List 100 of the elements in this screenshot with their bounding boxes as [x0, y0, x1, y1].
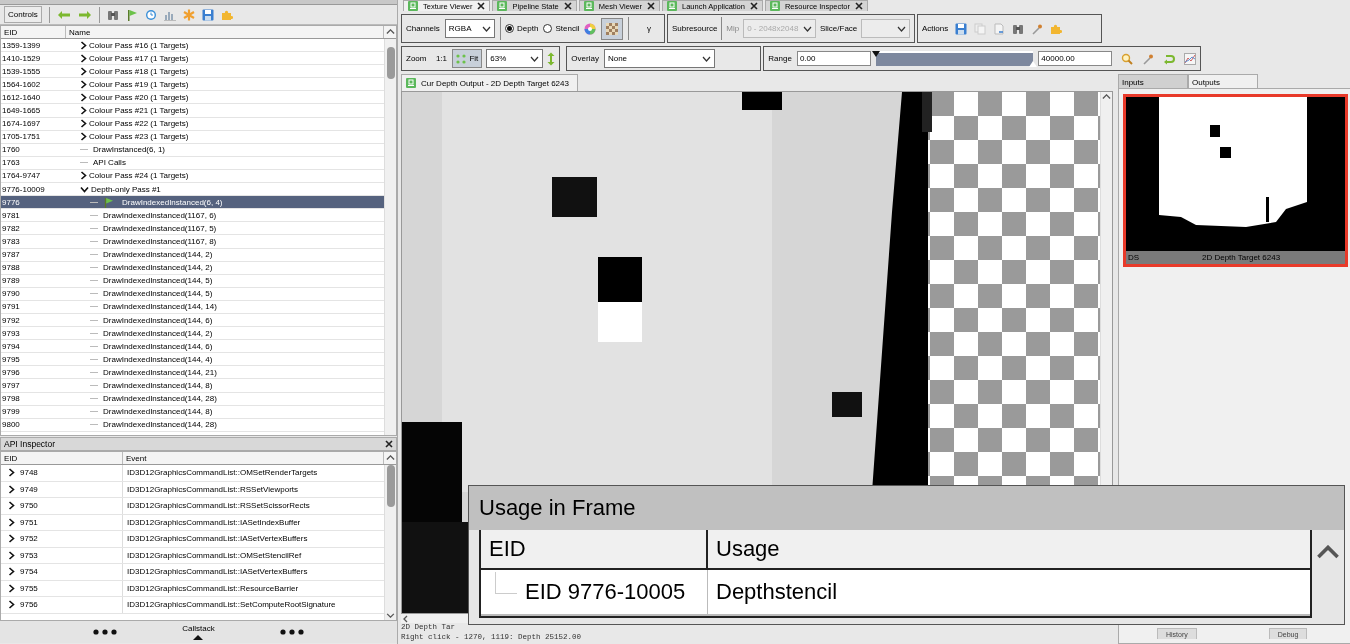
chevron-right-icon[interactable] [80, 132, 87, 142]
flag-icon[interactable] [125, 8, 138, 21]
event-row[interactable]: 9794 DrawIndexedInstanced(144, 6) [1, 340, 384, 354]
save-icon[interactable] [201, 8, 214, 21]
pipette-icon[interactable] [1142, 52, 1155, 65]
chevron-right-icon[interactable] [80, 40, 87, 50]
scroll-left-icon[interactable] [403, 614, 408, 623]
event-row[interactable]: 9791 DrawIndexedInstanced(144, 14) [1, 300, 384, 314]
close-icon[interactable] [749, 2, 758, 10]
scroll-up-icon[interactable] [385, 29, 395, 35]
chevron-right-icon[interactable] [80, 66, 87, 76]
scroll-up-icon[interactable] [1102, 94, 1111, 100]
event-row[interactable]: 1410-1529 Colour Pass #17 (1 Targets) [1, 52, 384, 66]
gamma-button[interactable]: γ [638, 17, 660, 40]
event-row[interactable]: 9797 DrawIndexedInstanced(144, 8) [1, 379, 384, 393]
chevron-right-icon[interactable] [80, 119, 87, 129]
texture-icon [583, 1, 594, 11]
grip-dots-icon[interactable] [92, 629, 117, 635]
event-row[interactable]: 9787 DrawIndexedInstanced(144, 2) [1, 248, 384, 262]
event-row[interactable]: 9793 DrawIndexedInstanced(144, 2) [1, 327, 384, 341]
clock-icon[interactable] [144, 8, 157, 21]
event-row[interactable]: 1760 DrawInstanced(6, 1) [1, 143, 384, 157]
tab[interactable]: Outputs [1188, 74, 1258, 88]
thumbnail-card[interactable]: DS 2D Depth Target 6243 [1123, 94, 1348, 267]
binoculars-icon[interactable] [106, 8, 119, 21]
close-icon[interactable] [855, 2, 863, 10]
color-wheel-icon[interactable] [584, 22, 597, 35]
range-min-field[interactable]: 0.00 [796, 51, 871, 66]
event-row[interactable]: 1359-1399 Colour Pass #16 (1 Targets) [1, 39, 384, 53]
flag-icon[interactable] [103, 196, 114, 208]
chevron-right-icon[interactable] [80, 79, 87, 89]
document-tab[interactable]: Cur Depth Output - 2D Depth Target 6243 [401, 74, 578, 91]
document-icon[interactable] [993, 22, 1006, 35]
search-icon[interactable] [1121, 52, 1134, 65]
event-row[interactable]: 1763 API Calls [1, 156, 384, 170]
chevron-right-icon[interactable] [80, 106, 87, 115]
caret-icon[interactable] [701, 55, 711, 62]
event-row[interactable]: 9782 DrawIndexedInstanced(1167, 5) [1, 222, 384, 236]
event-row[interactable]: 9790 DrawIndexedInstanced(144, 5) [1, 287, 384, 301]
tree-line [90, 345, 98, 347]
event-row[interactable]: 9788 DrawIndexedInstanced(144, 2) [1, 261, 384, 275]
one-to-one-button[interactable]: 1:1 [434, 47, 449, 70]
event-row[interactable]: 9789 DrawIndexedInstanced(144, 5) [1, 274, 384, 288]
fit-button[interactable]: Fit [452, 49, 483, 68]
chevron-right-icon[interactable] [80, 171, 87, 181]
event-row[interactable]: 9781 DrawIndexedInstanced(1167, 6) [1, 209, 384, 223]
close-icon[interactable] [385, 440, 393, 448]
channels-dropdown[interactable]: RGBA [444, 19, 495, 38]
scroll-up-icon[interactable] [1316, 545, 1341, 560]
close-icon[interactable] [477, 2, 486, 10]
close-icon[interactable] [647, 2, 655, 10]
histogram-icon[interactable] [1184, 52, 1197, 65]
tree-line [90, 254, 98, 256]
event-row[interactable]: 1564-1602 Colour Pass #19 (1 Targets) [1, 78, 384, 92]
grip-dots-icon[interactable] [280, 629, 305, 635]
checkerboard-toggle[interactable] [601, 17, 624, 40]
event-row[interactable]: 9792 DrawIndexedInstanced(144, 6) [1, 313, 384, 328]
splitter-handle-icon[interactable] [193, 635, 204, 640]
event-row[interactable]: 9796 DrawIndexedInstanced(144, 21) [1, 366, 384, 380]
column-header[interactable]: Name [66, 26, 384, 38]
event-row[interactable]: 1539-1555 Colour Pass #18 (1 Targets) [1, 65, 384, 79]
overlay-dropdown[interactable]: None [603, 49, 715, 68]
chevron-right-icon[interactable] [80, 92, 87, 102]
column-header[interactable]: EID [1, 26, 66, 38]
event-row[interactable]: 9800 DrawIndexedInstanced(144, 28) [1, 418, 384, 432]
scroll-up-icon[interactable] [385, 455, 395, 461]
event-row[interactable]: 9798 DrawIndexedInstanced(144, 28) [1, 392, 384, 406]
event-row[interactable]: 9795 DrawIndexedInstanced(144, 4) [1, 353, 384, 367]
caret-icon[interactable] [530, 55, 540, 62]
event-row[interactable]: 1764-9747 Colour Pass #24 (1 Targets) [1, 169, 384, 184]
scrollbar-thumb[interactable] [386, 47, 395, 79]
event-row[interactable]: 9799 DrawIndexedInstanced(144, 8) [1, 405, 384, 419]
radio-button[interactable]: Stencil [543, 24, 580, 33]
event-name: DrawIndexedInstanced(1167, 5) [103, 223, 217, 233]
event-row[interactable]: 9783 DrawIndexedInstanced(1167, 8) [1, 235, 384, 249]
event-row[interactable]: 1612-1640 Colour Pass #20 (1 Targets) [1, 91, 384, 105]
tab[interactable]: Inputs [1118, 74, 1188, 88]
event-row[interactable]: 1705-1751 Colour Pass #23 (1 Targets) [1, 130, 384, 144]
save-icon[interactable] [955, 22, 968, 35]
radio-button[interactable]: Depth [505, 24, 539, 33]
chevron-right-icon[interactable] [80, 53, 87, 63]
zoom-dropdown[interactable]: 63% [486, 49, 544, 68]
chevron-down-icon[interactable] [80, 185, 89, 193]
column-header[interactable]: EID [481, 530, 708, 568]
event-id: 9755 [20, 583, 38, 593]
controls-button[interactable]: Controls [4, 6, 42, 23]
scroll-down-icon[interactable] [386, 613, 395, 618]
scrollbar-thumb[interactable] [386, 465, 395, 507]
range-max-field[interactable]: 40000.00 [1038, 51, 1113, 66]
event-row[interactable]: 1649-1665 Colour Pass #21 (1 Targets) [1, 104, 384, 118]
close-icon[interactable] [563, 2, 572, 10]
event-row[interactable]: 1674-1697 Colour Pass #22 (1 Targets) [1, 117, 384, 131]
tree-line [90, 371, 98, 373]
pipette-icon[interactable] [1031, 22, 1044, 35]
caret-icon[interactable] [481, 25, 491, 32]
event-row[interactable]: 9776 DrawIndexedInstanced(6, 4) [1, 196, 384, 210]
column-header[interactable]: EID [1, 452, 123, 464]
column-header[interactable]: Event [123, 452, 384, 464]
binoculars-icon[interactable] [1012, 22, 1025, 35]
column-header[interactable]: Usage [708, 530, 780, 568]
